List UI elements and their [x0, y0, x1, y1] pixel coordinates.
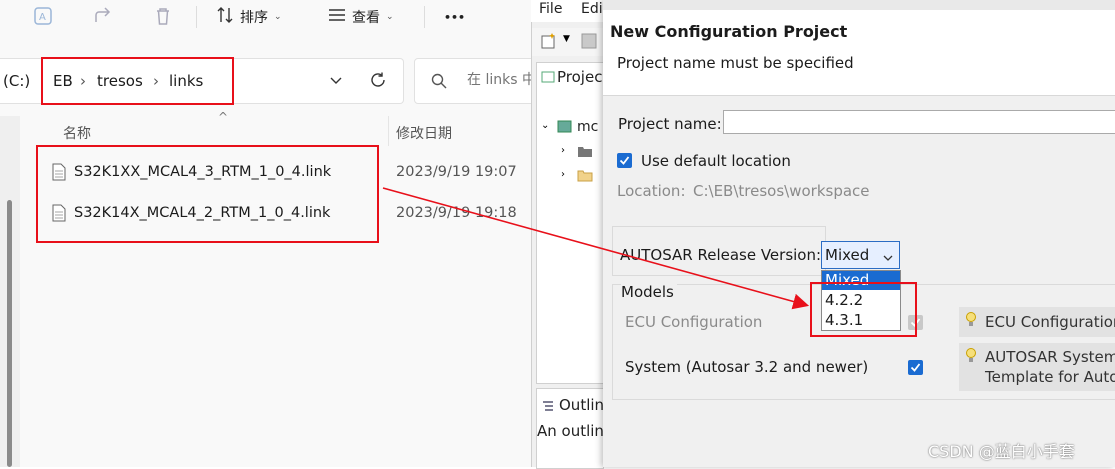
watermark: CSDN @蓝白小手套 [928, 442, 1075, 461]
annotation-arrow [382, 187, 810, 310]
